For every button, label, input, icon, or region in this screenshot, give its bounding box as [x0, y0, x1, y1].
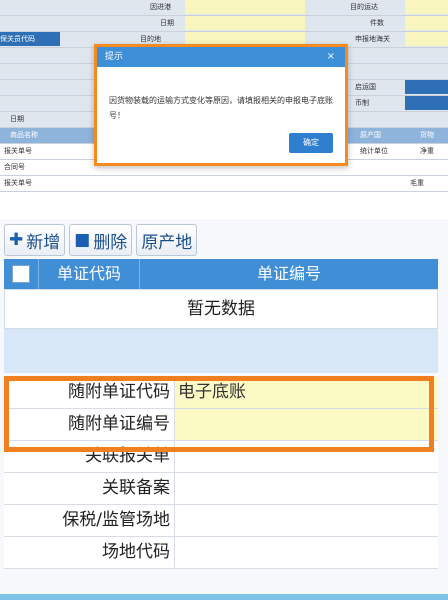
- grid-header: 单证代码 单证编号: [4, 259, 438, 289]
- bg-label: 统计单位: [360, 147, 388, 155]
- bg-label: 申报地海关: [355, 35, 390, 43]
- related-declaration-label: 关联报关单: [4, 441, 174, 472]
- dialog-title: 提示: [105, 52, 124, 62]
- bg-field: [405, 80, 448, 94]
- bg-label: 商品名称: [10, 131, 38, 139]
- form-row: 场地代码: [4, 537, 438, 569]
- bg-label: 合同号: [4, 163, 25, 171]
- origin-label: 原产地: [141, 232, 193, 253]
- bg-row: [0, 192, 448, 205]
- bg-tab: 保关员代码: [0, 32, 60, 46]
- bg-label: 币制: [355, 99, 369, 107]
- bg-row: 因进港 目的运达: [0, 0, 448, 16]
- close-icon[interactable]: ×: [327, 47, 335, 67]
- column-header-number[interactable]: 单证编号: [140, 259, 438, 289]
- attached-doc-code-label: 随附单证代码: [4, 377, 174, 408]
- dialog-header: 提示 ×: [97, 47, 345, 67]
- attached-documents-panel: ✚ 新增 ■ 删除 原产地 单证代码 单证编号 暂无数据 随附单证代码 电子底账…: [0, 219, 448, 600]
- form-row: 随附单证代码 电子底账: [4, 377, 438, 409]
- bg-field: [405, 16, 448, 30]
- form-row: 关联报关单: [4, 441, 438, 473]
- site-code-label: 场地代码: [4, 537, 174, 568]
- bg-label: 目的运达: [350, 3, 378, 11]
- add-label: 新增: [26, 232, 61, 253]
- notice-dialog: 提示 × 因货物装载的运输方式变化等原因，请填报相关的申报电子底账号！ 确定: [94, 44, 348, 166]
- origin-button[interactable]: 原产地: [136, 224, 198, 256]
- bg-field: [405, 96, 448, 110]
- select-all-cell: [4, 259, 39, 289]
- attached-doc-code-input[interactable]: 电子底账: [174, 377, 438, 408]
- delete-button[interactable]: ■ 删除: [69, 224, 133, 256]
- bg-field: [405, 0, 448, 14]
- confirm-button[interactable]: 确定: [289, 133, 333, 153]
- related-record-label: 关联备案: [4, 473, 174, 504]
- document-form: 随附单证代码 电子底账 随附单证编号 关联报关单 关联备案 保税/监管场地 场地…: [4, 377, 438, 569]
- attached-doc-number-label: 随附单证编号: [4, 409, 174, 440]
- bg-label: 净重: [420, 147, 434, 155]
- bg-row: 日期 件数: [0, 16, 448, 32]
- related-declaration-input[interactable]: [174, 441, 438, 472]
- bg-label: 件数: [370, 19, 384, 27]
- form-row: 关联备案: [4, 473, 438, 505]
- column-header-code[interactable]: 单证代码: [39, 259, 140, 289]
- background-form-screen: 因进港 目的运达 日期 件数 保关员代码 目的地 申报地海关 启运国 币制 日期…: [0, 0, 448, 205]
- bg-label: 报关单号: [4, 147, 32, 155]
- bg-label: 原产国: [360, 131, 381, 139]
- trash-icon: ■: [74, 230, 91, 250]
- grid-blank-area: [4, 329, 438, 373]
- bonded-site-label: 保税/监管场地: [4, 505, 174, 536]
- bg-row: 报关单号 毛重: [0, 176, 448, 192]
- bg-label: 因进港: [150, 3, 171, 11]
- plus-icon: ✚: [9, 230, 24, 250]
- bg-field: [405, 32, 448, 46]
- form-row: 保税/监管场地: [4, 505, 438, 537]
- bg-field: [185, 0, 305, 14]
- site-code-input[interactable]: [174, 537, 438, 568]
- bg-label: 启运国: [355, 83, 376, 91]
- toolbar: ✚ 新增 ■ 删除 原产地: [4, 224, 198, 256]
- empty-state: 暂无数据: [4, 289, 438, 329]
- related-record-input[interactable]: [174, 473, 438, 504]
- bg-field: [185, 16, 305, 30]
- add-button[interactable]: ✚ 新增: [4, 224, 66, 256]
- section-divider: [0, 205, 448, 219]
- bg-label: 日期: [10, 115, 24, 123]
- bg-label: 报关单号: [4, 179, 32, 187]
- footer-bar: [0, 594, 448, 600]
- dialog-message: 因货物装载的运输方式变化等原因，请填报相关的申报电子底账号！: [109, 96, 333, 120]
- bg-label: 毛重: [410, 179, 424, 187]
- bonded-site-input[interactable]: [174, 505, 438, 536]
- attached-doc-number-input[interactable]: [174, 409, 438, 440]
- form-row: 随附单证编号: [4, 409, 438, 441]
- select-all-checkbox[interactable]: [12, 265, 30, 283]
- bg-label: 货物: [420, 131, 434, 139]
- delete-label: 删除: [93, 232, 128, 253]
